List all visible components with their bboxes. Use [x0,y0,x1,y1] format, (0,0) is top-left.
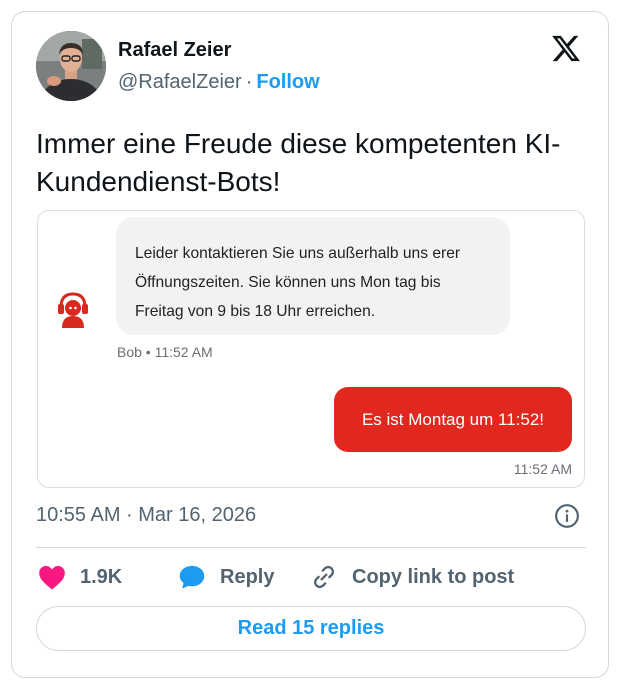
reply-button[interactable]: Reply [178,563,274,591]
chat-screenshot: Leider kontaktieren Sie uns außerhalb un… [37,210,585,488]
bot-message-meta: Bob • 11:52 AM [117,344,213,360]
link-icon [313,565,335,589]
tweet-text: Immer eine Freude diese kompetenten KI-K… [36,128,561,197]
follow-link[interactable]: Follow [256,71,319,93]
user-message-bubble: Es ist Montag um 11:52! [334,387,572,452]
like-button[interactable]: 1.9K [38,563,122,591]
action-bar: 1.9K Reply Copy link to post [36,563,586,591]
bot-message-bubble: Leider kontaktieren Sie uns außerhalb un… [116,217,510,335]
separator-dot: · [245,71,253,93]
author-name[interactable]: Rafael Zeier [118,39,231,62]
like-count: 1.9K [80,565,123,588]
divider [36,547,586,548]
read-replies-button[interactable]: Read 15 replies [36,606,586,651]
heart-icon [39,566,65,590]
tweet-card: Rafael Zeier @RafaelZeier · Follow Immer e… [11,11,609,678]
copy-link-button[interactable]: Copy link to post [310,563,514,591]
x-logo-icon[interactable] [550,33,582,64]
tweet-timestamp[interactable]: 10:55 AM · Mar 16, 2026 [36,504,256,527]
copy-link-label: Copy link to post [352,565,515,588]
reply-bubble-icon [179,565,205,589]
info-icon[interactable] [554,503,580,529]
avatar[interactable] [36,31,106,101]
headset-bot-icon [58,292,88,328]
user-message-meta: 11:52 AM [513,461,572,477]
reply-label: Reply [220,565,275,588]
avatar-photo [36,31,106,101]
handle-row: @RafaelZeier · Follow [118,71,320,94]
author-handle[interactable]: @RafaelZeier [118,71,242,93]
